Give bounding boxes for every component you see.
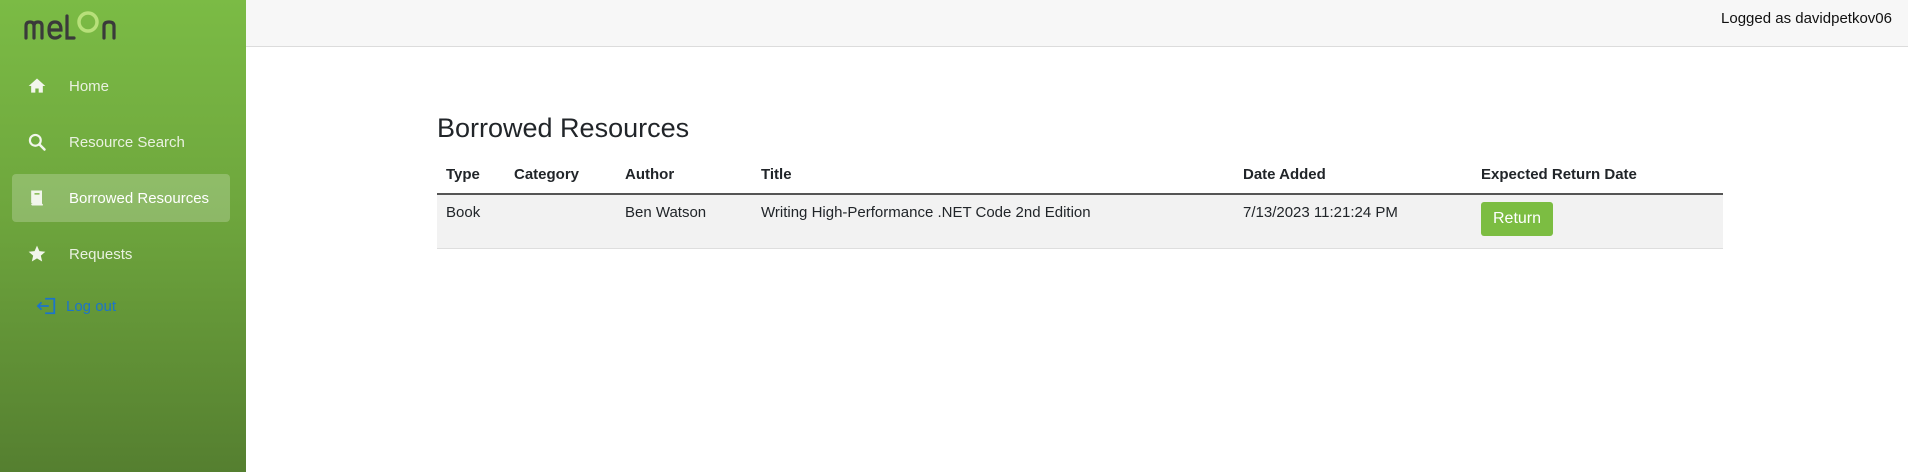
borrowed-resources-table: Type Category Author Title Date Added Ex… [437,160,1723,249]
cell-action: Return [1472,194,1723,249]
sidebar-item-label: Borrowed Resources [69,189,210,207]
book-icon [26,187,48,209]
cell-title: Writing High-Performance .NET Code 2nd E… [752,194,1234,249]
cell-category [505,194,616,249]
column-header-type: Type [437,160,505,195]
search-icon [26,131,48,153]
melon-logo[interactable] [24,8,144,48]
top-bar: Logged as davidpetkov06 [246,0,1908,47]
app-root: Home Resource Search Borrowed Resources … [0,0,1908,472]
cell-author: Ben Watson [616,194,752,249]
return-button[interactable]: Return [1481,202,1554,236]
column-header-expected-return-date: Expected Return Date [1472,160,1723,195]
sidebar-item-resource-search[interactable]: Resource Search [12,118,230,166]
table-header-row: Type Category Author Title Date Added Ex… [437,160,1723,195]
sidebar-item-label: Requests [69,245,133,263]
sidebar-item-label: Home [69,77,110,95]
sidebar-item-requests[interactable]: Requests [12,230,230,278]
sidebar-item-label: Resource Search [69,133,185,151]
column-header-date-added: Date Added [1234,160,1472,195]
logout-icon [36,297,56,315]
logout-link[interactable]: Log out [36,296,116,316]
star-icon [26,243,48,265]
sidebar-nav: Home Resource Search Borrowed Resources … [12,62,230,286]
sidebar: Home Resource Search Borrowed Resources … [0,0,246,472]
column-header-author: Author [616,160,752,195]
cell-date-added: 7/13/2023 11:21:24 PM [1234,194,1472,249]
table-row: Book Ben Watson Writing High-Performance… [437,194,1723,249]
cell-type: Book [437,194,505,249]
sidebar-item-borrowed-resources[interactable]: Borrowed Resources [12,174,230,222]
column-header-title: Title [752,160,1234,195]
column-header-category: Category [505,160,616,195]
sidebar-item-home[interactable]: Home [12,62,230,110]
home-icon [26,75,48,97]
logged-user-text: Logged as davidpetkov06 [1721,10,1892,27]
logout-label: Log out [66,297,117,315]
page-title: Borrowed Resources [437,113,690,143]
